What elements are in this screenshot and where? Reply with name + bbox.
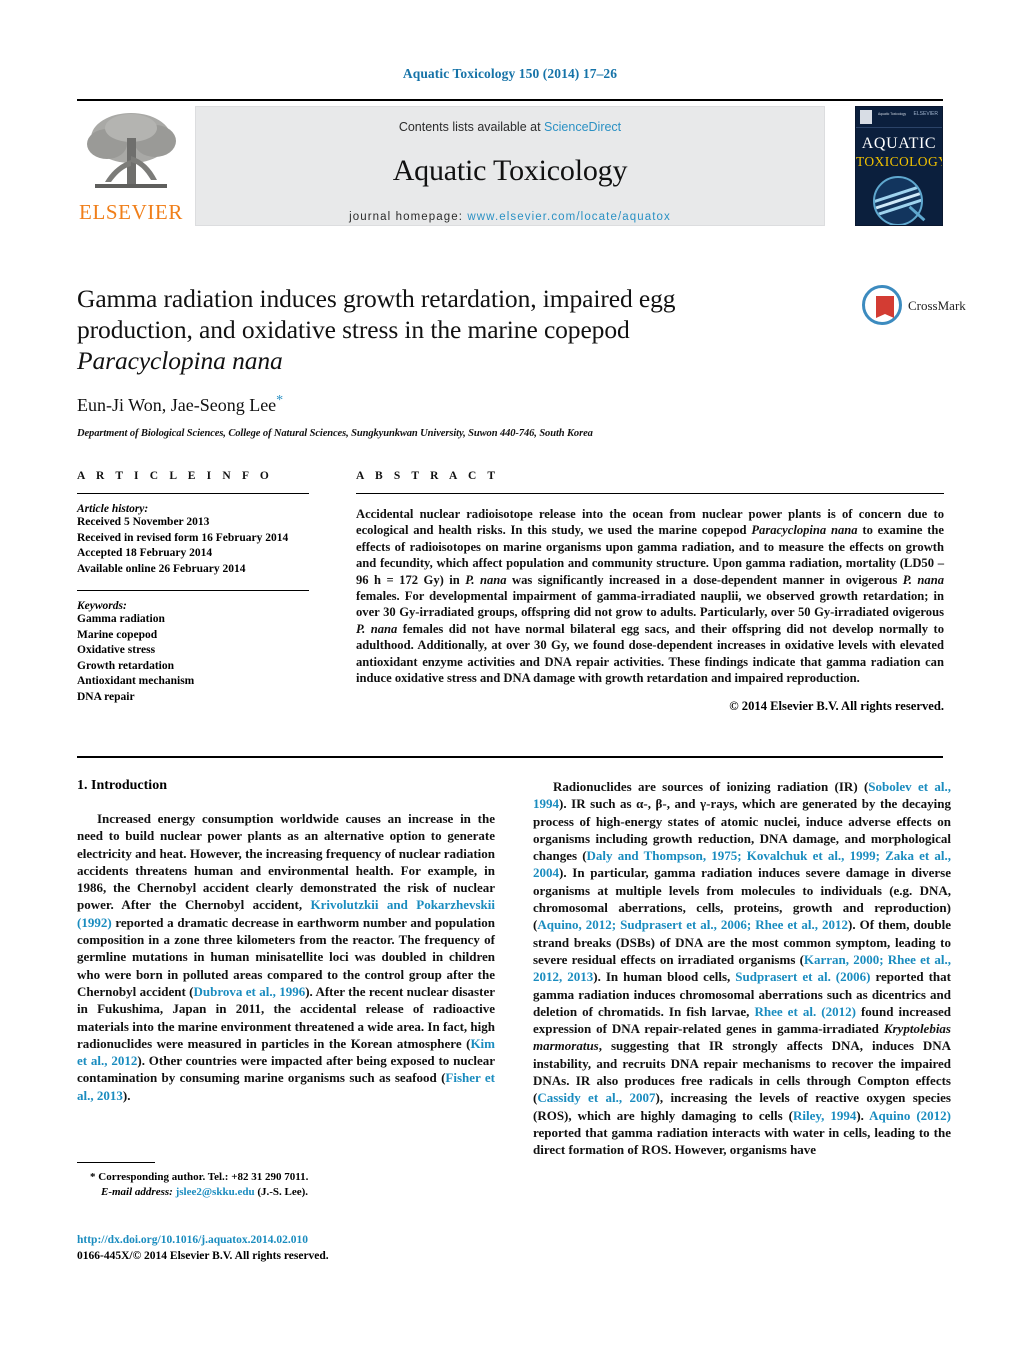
email-label: E-mail address: [101,1186,173,1198]
homepage-url-link[interactable]: www.elsevier.com/locate/aquatox [467,211,671,223]
intro-paragraph-right: Radionuclides are sources of ionizing ra… [533,778,951,1159]
cover-lens-icon [873,176,923,225]
footnote-star: * [90,1171,96,1183]
para-seg: Radionuclides are sources of ionizing ra… [553,779,869,794]
cover-artwork [867,176,931,225]
doi-block: http://dx.doi.org/10.1016/j.aquatox.2014… [77,1232,497,1264]
page-title: Gamma radiation induces growth retardati… [77,283,777,376]
abstract-species: P. nana [902,572,945,587]
article-header: Gamma radiation induces growth retardati… [77,283,777,439]
history-item: Available online 26 February 2014 [77,562,246,575]
history-item: Received 5 November 2013 [77,516,210,528]
affiliation: Department of Biological Sciences, Colle… [77,428,593,439]
abstract-seg: females. For developmental impairment of… [356,589,944,620]
para-seg: reported that gamma radiation interacts … [533,1124,951,1158]
contents-prefix: Contents lists available at [398,120,541,134]
journal-cover-thumbnail[interactable]: Aquatic Toxicology ELSEVIER AQUATIC TOXI… [855,106,943,226]
issn-copyright-line: 0166-445X/© 2014 Elsevier B.V. All right… [77,1250,329,1262]
copyright-line: © 2014 Elsevier B.V. All rights reserved… [729,699,944,714]
citation-link[interactable]: Dubrova et al., 1996 [194,984,306,999]
abstract-block: A B S T R A C T Accidental nuclear radio… [356,470,944,714]
cover-elsevier-mark [860,110,872,124]
abstract-species: P. nana [356,621,398,636]
para-seg: ). [856,1107,870,1123]
keywords-label: Keywords: [77,600,127,612]
abstract-species: Paracyclopina nana [751,523,858,538]
body-column-right: Radionuclides are sources of ionizing ra… [533,778,951,1159]
keyword-item: Antioxidant mechanism [77,675,195,687]
intro-paragraph-left: Increased energy consumption worldwide c… [77,810,495,1104]
crossmark-badge[interactable]: CrossMark [862,285,966,329]
article-history-label: Article history: [77,503,149,515]
citation-link[interactable]: Sudprasert et al. (2006) [735,969,870,984]
history-item: Received in revised form 16 February 201… [77,531,289,544]
cover-title-line2: TOXICOLOGY [856,154,943,169]
abstract-seg: was significantly increased in a dose-de… [506,572,903,587]
elsevier-wordmark: ELSEVIER [79,200,183,224]
journal-band: Contents lists available at ScienceDirec… [195,106,825,226]
footnote-divider [77,1162,155,1163]
citation-link[interactable]: Cassidy et al., 2007 [537,1090,655,1105]
abstract-species: P. nana [465,572,507,587]
running-head: Aquatic Toxicology 150 (2014) 17–26 [402,66,618,81]
history-item: Accepted 18 February 2014 [77,547,213,559]
journal-masthead: ELSEVIER Contents lists available at Sci… [77,104,943,228]
para-seg: ). In human blood cells, [593,969,736,985]
footnote-block: * Corresponding author. Tel.: +82 31 290… [77,1170,497,1200]
corresponding-author-text: Corresponding author. Tel.: +82 31 290 7… [98,1171,309,1183]
cover-strip-publisher: ELSEVIER [913,111,938,117]
citation-link[interactable]: Aquino, 2012; Sudprasert et al., 2006; R… [537,917,848,932]
corresponding-author-note: * Corresponding author. Tel.: +82 31 290… [77,1170,497,1185]
abstract-heading: A B S T R A C T [356,470,500,482]
abstract-divider [356,493,944,494]
author-list: Eun-Ji Won, Jae-Seong Lee* [77,393,777,416]
keywords-divider [77,590,309,591]
section-heading-introduction: 1. Introduction [77,778,167,793]
abstract-text: Accidental nuclear radioisotope release … [356,506,944,686]
keyword-item: Gamma radiation [77,613,165,625]
keyword-item: Marine copepod [77,628,158,641]
email-link[interactable]: jslee2@skku.edu [176,1186,255,1198]
email-note: E-mail address: jslee2@skku.edu (J.-S. L… [77,1185,497,1200]
paper-page: Aquatic Toxicology 150 (2014) 17–26 ELSE… [0,0,1020,1351]
cover-title-line1: AQUATIC [861,135,937,152]
crossmark-icon [862,285,902,325]
para-seg: ). [122,1087,131,1103]
citation-link[interactable]: Aquino (2012) [869,1108,951,1123]
cover-top-strip: Aquatic Toxicology ELSEVIER [856,107,942,128]
sciencedirect-link[interactable]: ScienceDirect [544,120,621,134]
email-suffix: (J.-S. Lee). [257,1186,309,1198]
keyword-item: DNA repair [77,690,135,703]
abstract-seg: females did not have normal bilateral eg… [356,621,945,686]
body-divider [77,756,943,758]
contents-available-line: Contents lists available at ScienceDirec… [196,120,824,134]
article-info-divider [77,493,309,494]
corresponding-author-marker: * [276,393,284,408]
title-line-1: Gamma radiation induces growth retardati… [77,284,676,313]
author-names: Eun-Ji Won, Jae-Seong Lee [77,395,277,415]
citation-link[interactable]: Rhee et al. (2012) [754,1004,855,1019]
cover-strip-label: Aquatic Toxicology [878,112,907,116]
crossmark-label: CrossMark [908,298,966,313]
keyword-item: Growth retardation [77,659,174,672]
citation-link[interactable]: Riley, 1994 [793,1108,856,1123]
para-seg: ). Other countries were impacted after b… [77,1053,495,1086]
title-line-2: production, and oxidative stress in the … [77,315,630,344]
crossmark-book-shape [876,296,894,318]
title-species: Paracyclopina nana [77,346,283,375]
journal-title: Aquatic Toxicology [392,154,628,187]
keyword-item: Oxidative stress [77,644,156,656]
elsevier-logo[interactable]: ELSEVIER [77,106,185,228]
top-divider [77,99,943,101]
journal-homepage-line: journal homepage: www.elsevier.com/locat… [196,211,824,223]
elsevier-tree-icon [81,108,181,200]
homepage-prefix: journal homepage: [349,211,464,223]
doi-link[interactable]: http://dx.doi.org/10.1016/j.aquatox.2014… [77,1232,497,1248]
article-info-heading: A R T I C L E I N F O [77,470,273,482]
body-column-left: 1. Introduction Increased energy consump… [77,778,495,1104]
article-info-block: A R T I C L E I N F O Article history: R… [77,470,309,705]
